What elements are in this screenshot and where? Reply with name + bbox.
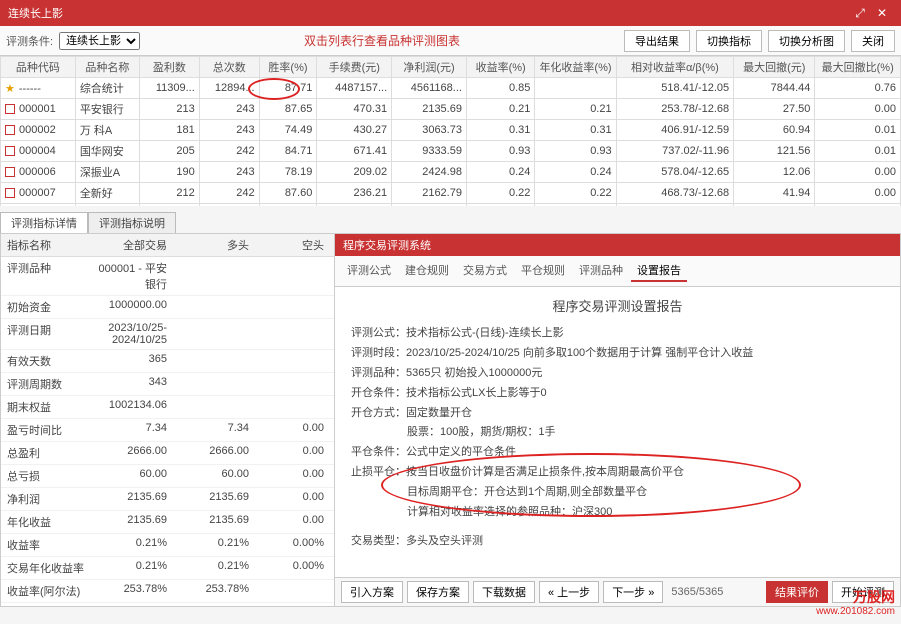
close-icon[interactable]: ✕ — [871, 6, 893, 20]
table-row[interactable]: 000008神州高铁18324375.31109.32760.690.080.0… — [1, 204, 901, 207]
table-row[interactable]: 000001平安银行21324387.65470.312135.690.210.… — [1, 99, 901, 120]
star-icon: ★ — [5, 83, 15, 95]
col-header[interactable]: 品种代码 — [1, 57, 76, 78]
col-long: 多头 — [173, 234, 255, 256]
report-line: 计算相对收益率选择的参照品种：沪深300 — [351, 503, 884, 523]
checkbox-icon[interactable] — [5, 167, 15, 177]
col-header[interactable]: 收益率(%) — [466, 57, 534, 78]
report-title: 程序交易评测设置报告 — [351, 295, 884, 318]
metrics-panel: 指标名称 全部交易 多头 空头 评测品种000001 - 平安银行初始资金100… — [0, 233, 335, 607]
col-all: 全部交易 — [91, 234, 173, 256]
sub-tab[interactable]: 平仓规则 — [515, 260, 571, 282]
col-header[interactable]: 相对收益率α/β(%) — [616, 57, 734, 78]
tab-explain[interactable]: 评测指标说明 — [88, 212, 176, 233]
titlebar-title: 连续长上影 — [8, 5, 63, 21]
metric-row: 年化收益2135.692135.690.00 — [1, 511, 334, 534]
titlebar: 连续长上影 ⤢ ✕ — [0, 0, 901, 26]
col-header[interactable]: 总次数 — [199, 57, 259, 78]
metric-row: 评测品种000001 - 平安银行 — [1, 257, 334, 296]
detail-tabs: 评测指标详情 评测指标说明 — [0, 212, 901, 233]
metric-row: 收益率(阿尔法)253.78%253.78% — [1, 580, 334, 603]
save-plan-button[interactable]: 保存方案 — [407, 581, 469, 603]
sub-tab[interactable]: 建仓规则 — [399, 260, 455, 282]
col-header[interactable]: 年化收益率(%) — [535, 57, 616, 78]
col-header[interactable]: 盈利数 — [139, 57, 199, 78]
tab-detail[interactable]: 评测指标详情 — [0, 212, 88, 233]
table-row[interactable]: ★------综合统计11309...12894...87.714487157.… — [1, 78, 901, 99]
sub-tab[interactable]: 评测公式 — [341, 260, 397, 282]
report-subtabs: 评测公式建仓规则交易方式平仓规则评测品种设置报告 — [335, 256, 900, 287]
import-plan-button[interactable]: 引入方案 — [341, 581, 403, 603]
col-header[interactable]: 最大回撤(元) — [734, 57, 815, 78]
metric-row: 交易年化收益率0.21%0.21%0.00% — [1, 557, 334, 580]
switch-chart-button[interactable]: 切换分析图 — [768, 30, 845, 52]
results-table[interactable]: 品种代码品种名称盈利数总次数胜率(%)手续费(元)净利润(元)收益率(%)年化收… — [0, 56, 901, 206]
download-data-button[interactable]: 下载数据 — [473, 581, 535, 603]
metric-row: 收益率(贝塔)-12.68%-12.68%-12.90% — [1, 603, 334, 607]
report-line: 评测公式：技术指标公式-(日线)-连续长上影 — [351, 324, 884, 344]
report-line: 开仓方式：固定数量开仓 — [351, 404, 884, 424]
metric-row: 初始资金1000000.00 — [1, 296, 334, 319]
sub-tab[interactable]: 评测品种 — [573, 260, 629, 282]
report-line: 开仓条件：技术指标公式LX长上影等于0 — [351, 384, 884, 404]
export-button[interactable]: 导出结果 — [624, 30, 690, 52]
report-line: 平仓条件：公式中定义的平仓条件 — [351, 443, 884, 463]
brand-watermark: 万股网 www.201082.com — [816, 589, 895, 618]
expand-icon[interactable]: ⤢ — [849, 6, 871, 21]
results-table-wrap: 品种代码品种名称盈利数总次数胜率(%)手续费(元)净利润(元)收益率(%)年化收… — [0, 56, 901, 206]
metric-row: 总亏损60.0060.000.00 — [1, 465, 334, 488]
metric-row: 期末权益1002134.06 — [1, 396, 334, 419]
metric-row: 评测周期数343 — [1, 373, 334, 396]
report-line: 目标周期平仓：开仓达到1个周期,则全部数量平仓 — [351, 483, 884, 503]
report-panel-title: 程序交易评测系统 — [335, 234, 900, 256]
metric-row: 总盈利2666.002666.000.00 — [1, 442, 334, 465]
progress-text: 5365/5365 — [671, 586, 723, 598]
report-line: 止损平仓：按当日收盘价计算是否满足止损条件,按本周期最高价平仓 — [351, 463, 884, 483]
col-header[interactable]: 净利润(元) — [392, 57, 467, 78]
checkbox-icon[interactable] — [5, 146, 15, 156]
checkbox-icon[interactable] — [5, 104, 15, 114]
toolbar: 评测条件: 连续长上影 双击列表行查看品种评测图表 导出结果 切换指标 切换分析… — [0, 26, 901, 56]
report-line: 股票：100股，期货/期权：1手 — [351, 423, 884, 443]
table-row[interactable]: 000002万 科A18124374.49430.273063.730.310.… — [1, 120, 901, 141]
switch-indicator-button[interactable]: 切换指标 — [696, 30, 762, 52]
col-header[interactable]: 胜率(%) — [259, 57, 317, 78]
condition-label: 评测条件: — [6, 33, 53, 49]
report-panel: 程序交易评测系统 评测公式建仓规则交易方式平仓规则评测品种设置报告 程序交易评测… — [335, 233, 901, 607]
table-row[interactable]: 000006深振业A19024378.19209.022424.980.240.… — [1, 162, 901, 183]
table-row[interactable]: 000004国华网安20524284.71671.419333.590.930.… — [1, 141, 901, 162]
metric-row: 盈亏时间比7.347.340.00 — [1, 419, 334, 442]
sub-tab[interactable]: 交易方式 — [457, 260, 513, 282]
col-header[interactable]: 品种名称 — [75, 57, 139, 78]
checkbox-icon[interactable] — [5, 188, 15, 198]
sub-tab[interactable]: 设置报告 — [631, 260, 687, 282]
report-line: 交易类型：多头及空头评测 — [351, 532, 884, 552]
toolbar-hint: 双击列表行查看品种评测图表 — [146, 32, 618, 49]
close-button[interactable]: 关闭 — [851, 30, 895, 52]
report-body: 程序交易评测设置报告 评测公式：技术指标公式-(日线)-连续长上影 评测时段：2… — [335, 287, 900, 577]
prev-button[interactable]: « 上一步 — [539, 581, 599, 603]
next-button[interactable]: 下一步 » — [603, 581, 663, 603]
metric-row: 净利润2135.692135.690.00 — [1, 488, 334, 511]
col-header[interactable]: 手续费(元) — [317, 57, 392, 78]
table-row[interactable]: 000007全新好21224287.60236.212162.790.220.2… — [1, 183, 901, 204]
metric-row: 有效天数365 — [1, 350, 334, 373]
metric-row: 收益率0.21%0.21%0.00% — [1, 534, 334, 557]
metric-row: 评测日期2023/10/25-2024/10/25 — [1, 319, 334, 350]
col-header[interactable]: 最大回撤比(%) — [815, 57, 901, 78]
report-line: 评测品种：5365只 初始投入1000000元 — [351, 364, 884, 384]
checkbox-icon[interactable] — [5, 125, 15, 135]
col-metric-name: 指标名称 — [1, 234, 91, 256]
condition-select[interactable]: 连续长上影 — [59, 32, 140, 50]
report-line: 评测时段：2023/10/25-2024/10/25 向前多取100个数据用于计… — [351, 344, 884, 364]
col-short: 空头 — [255, 234, 330, 256]
